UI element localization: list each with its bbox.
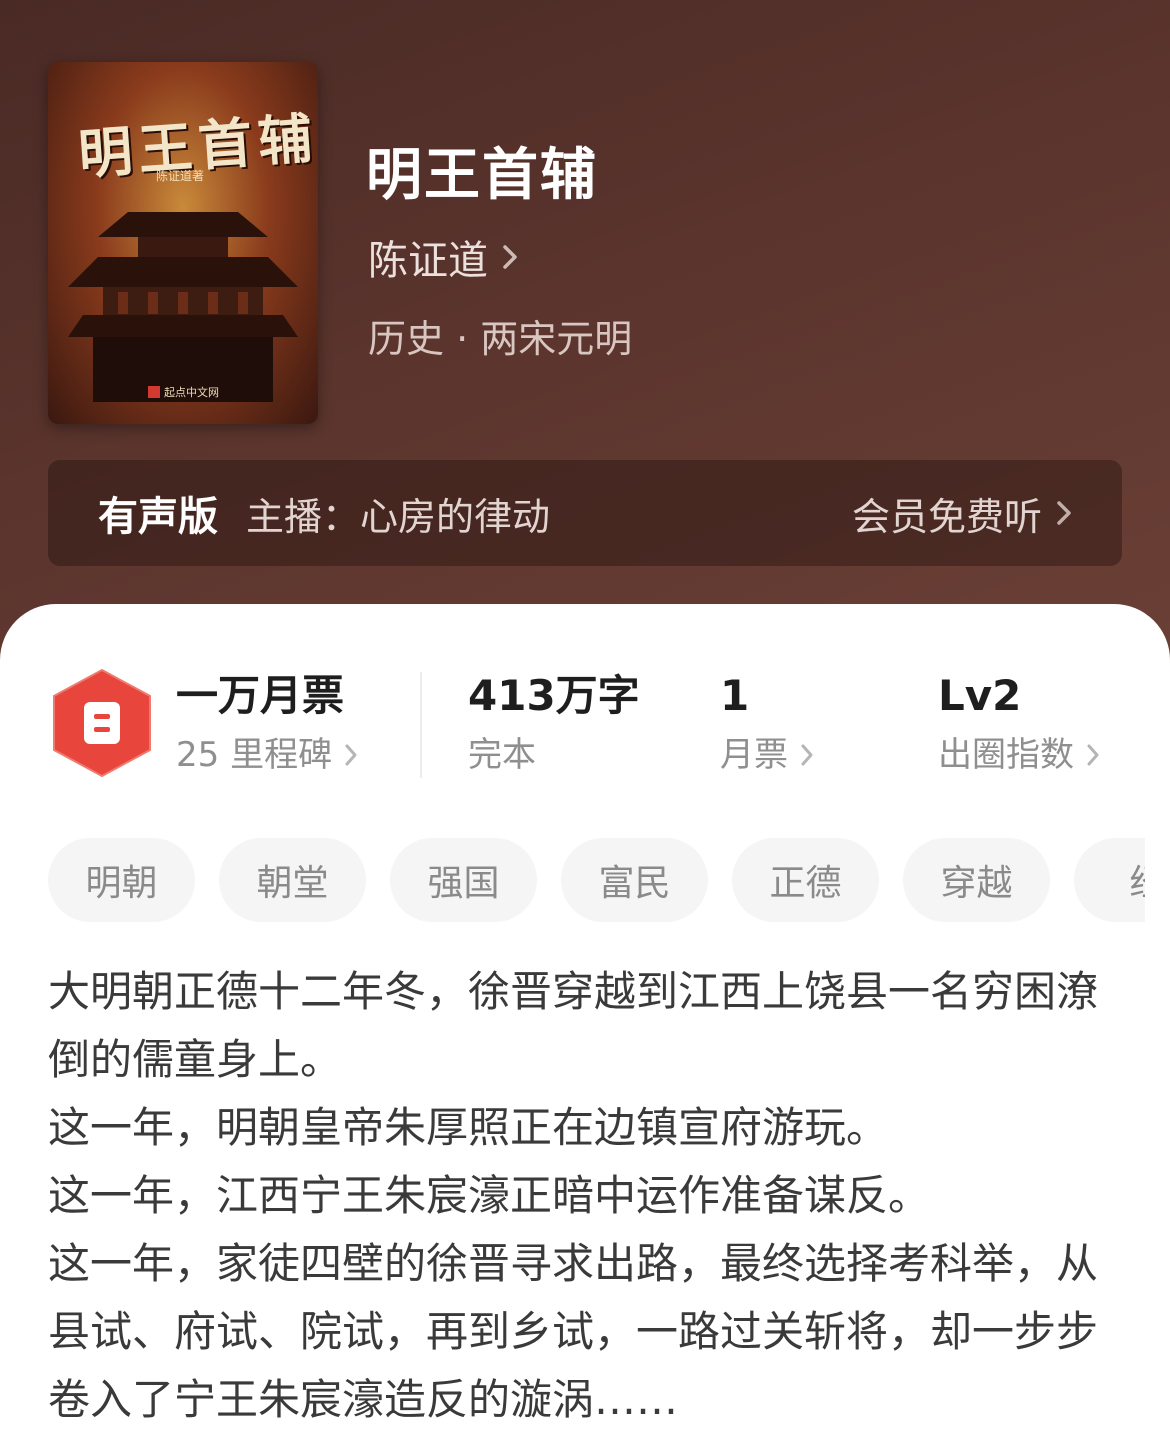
tag-chip[interactable]: 正德 [732, 838, 879, 922]
monthly-ticket-badge-icon [53, 668, 151, 778]
stats-divider [420, 672, 422, 778]
synopsis-paragraph: 这一年，明朝皇帝朱厚照正在边镇宣府游玩。 [48, 1103, 889, 1152]
monthly-ticket-milestone[interactable]: 一万月票 25 里程碑 [176, 670, 358, 776]
cover-author: 陈证道著 [156, 169, 205, 183]
chevron-right-icon [345, 744, 357, 766]
book-status: 完本 [468, 735, 536, 775]
audio-version-bar[interactable]: 有声版 主播：心房的律动 会员免费听 [48, 460, 1122, 566]
popularity-level: Lv2 [938, 671, 1022, 720]
synopsis-paragraph: 这一年，江西宁王朱宸濠正暗中运作准备谋反。 [48, 1171, 931, 1220]
monthly-votes: 1 [720, 671, 750, 720]
word-count: 413万字 [468, 671, 640, 720]
book-header: 明王首辅 陈证道著 起点中文网 明王首辅 陈证道 历史 · 两宋元明 有声版 主… [0, 0, 1170, 680]
tag-chip[interactable]: 穿越 [903, 838, 1050, 922]
chevron-right-icon [1057, 501, 1071, 525]
tag-chip[interactable]: 朝堂 [219, 838, 366, 922]
ticket-title: 一万月票 [176, 671, 345, 720]
stats-row: 一万月票 25 里程碑 413万字 完本 1 月票 Lv2 出圈指数 [0, 668, 1170, 788]
chevron-right-icon [503, 245, 517, 269]
tag-chip[interactable]: 强国 [390, 838, 537, 922]
book-title: 明王首辅 [366, 143, 598, 208]
cover-publisher: 起点中文网 [148, 384, 219, 400]
author-name: 陈证道 [368, 238, 488, 284]
tag-list: 明朝朝堂强国富民正德穿越经 [48, 838, 1145, 924]
audio-host: 主播：心房的律动 [246, 494, 551, 539]
monthly-votes-stat[interactable]: 1 月票 [720, 670, 814, 776]
book-cover[interactable]: 明王首辅 陈证道著 起点中文网 [48, 62, 318, 424]
book-detail-card: 一万月票 25 里程碑 413万字 完本 1 月票 Lv2 出圈指数 明朝 朝堂… [0, 604, 1170, 1452]
publisher-name: 起点中文网 [164, 386, 219, 399]
audio-version-label: 有声版 [98, 494, 218, 540]
popularity-label: 出圈指数 [938, 735, 1074, 775]
milestone-count: 25 里程碑 [176, 735, 333, 775]
tag-chip[interactable]: 明朝 [48, 838, 195, 922]
popularity-index-stat[interactable]: Lv2 出圈指数 [938, 670, 1100, 776]
tag-chip[interactable]: 经 [1074, 838, 1145, 922]
word-count-stat: 413万字 完本 [468, 670, 640, 776]
listen-free-button[interactable]: 会员免费听 [852, 486, 1072, 541]
chevron-right-icon [1087, 744, 1099, 766]
author-link[interactable]: 陈证道 [368, 228, 518, 286]
publisher-logo-icon [148, 386, 160, 398]
synopsis-paragraph: 这一年，家徒四壁的徐晋寻求出路，最终选择考科举，从县试、府试、院试，再到乡试，一… [48, 1239, 1099, 1424]
chevron-right-icon [801, 744, 813, 766]
monthly-votes-label: 月票 [720, 735, 788, 775]
tag-chip[interactable]: 富民 [561, 838, 708, 922]
listen-free-label: 会员免费听 [851, 494, 1042, 539]
book-category: 历史 · 两宋元明 [368, 317, 633, 361]
synopsis-paragraph: 大明朝正德十二年冬，徐晋穿越到江西上饶县一名穷困潦倒的儒童身上。 [48, 967, 1099, 1084]
book-synopsis[interactable]: 大明朝正德十二年冬，徐晋穿越到江西上饶县一名穷困潦倒的儒童身上。 这一年，明朝皇… [48, 958, 1128, 1434]
palace-illustration [68, 212, 298, 402]
